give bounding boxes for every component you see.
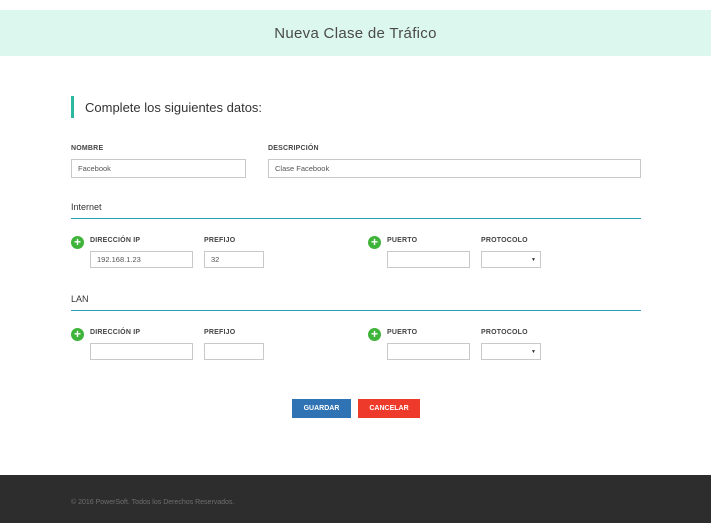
lan-prefijo-label: PREFIJO: [204, 329, 236, 336]
lan-puerto-input[interactable]: [387, 343, 470, 360]
internet-protocolo-select[interactable]: ▼: [481, 251, 541, 268]
caret-down-icon: ▼: [531, 348, 536, 355]
lan-protocolo-select[interactable]: ▼: [481, 343, 541, 360]
lan-puerto-label: PUERTO: [387, 329, 418, 336]
add-lan-ip-icon[interactable]: +: [71, 328, 84, 341]
internet-puerto-input[interactable]: [387, 251, 470, 268]
internet-ip-label: DIRECCIÓN IP: [90, 237, 141, 244]
caret-down-icon: ▼: [531, 256, 536, 263]
top-spacer: [0, 0, 711, 10]
lan-ip-input[interactable]: [90, 343, 193, 360]
internet-ip-input[interactable]: [90, 251, 193, 268]
lan-ip-label: DIRECCIÓN IP: [90, 329, 141, 336]
save-button[interactable]: GUARDAR: [292, 399, 351, 418]
internet-puerto-label: PUERTO: [387, 237, 418, 244]
add-internet-ip-icon[interactable]: +: [71, 236, 84, 249]
add-internet-port-icon[interactable]: +: [368, 236, 381, 249]
page-footer: © 2016 PowerSoft. Todos los Derechos Res…: [0, 475, 711, 523]
internet-prefijo-input[interactable]: [204, 251, 264, 268]
internet-group-title: Internet: [71, 202, 102, 212]
internet-prefijo-label: PREFIJO: [204, 237, 236, 244]
internet-divider: [71, 218, 641, 219]
lan-protocolo-label: PROTOCOLO: [481, 329, 528, 336]
footer-copyright: © 2016 PowerSoft. Todos los Derechos Res…: [71, 499, 235, 506]
page-header: Nueva Clase de Tráfico: [0, 10, 711, 56]
nombre-label: NOMBRE: [71, 145, 104, 152]
internet-protocolo-label: PROTOCOLO: [481, 237, 528, 244]
section-title-text: Complete los siguientes datos:: [85, 99, 263, 115]
nombre-input[interactable]: [71, 159, 246, 178]
section-title: Complete los siguientes datos:: [71, 96, 262, 118]
page-title: Nueva Clase de Tráfico: [274, 24, 437, 42]
descripcion-input[interactable]: [268, 159, 641, 178]
lan-divider: [71, 310, 641, 311]
lan-group-title: LAN: [71, 294, 89, 304]
cancel-button[interactable]: CANCELAR: [358, 399, 420, 418]
descripcion-label: DESCRIPCIÓN: [268, 145, 319, 152]
lan-prefijo-input[interactable]: [204, 343, 264, 360]
add-lan-port-icon[interactable]: +: [368, 328, 381, 341]
